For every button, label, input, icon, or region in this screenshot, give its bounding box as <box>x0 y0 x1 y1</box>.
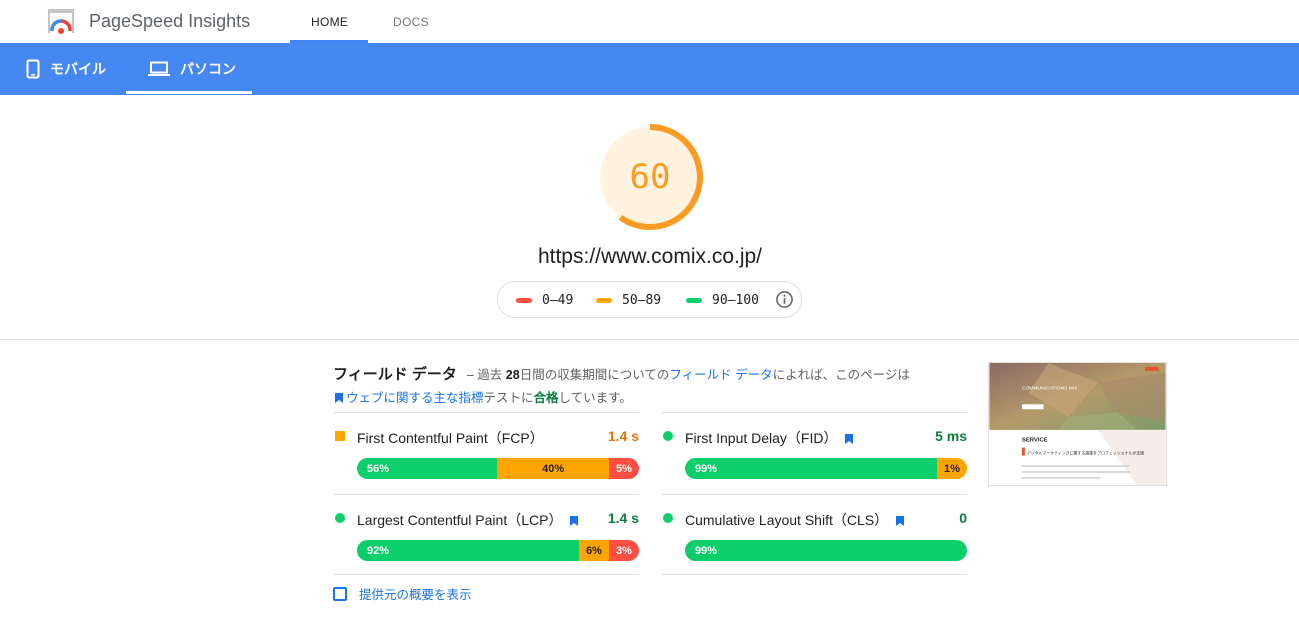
field-data-desc-5: しています。 <box>558 391 632 405</box>
metric-cls-value: 0 <box>959 510 967 526</box>
info-icon[interactable] <box>775 290 794 309</box>
show-origin-summary[interactable]: 提供元の概要を表示 <box>333 584 472 603</box>
legend-label-poor: 0–49 <box>542 293 574 308</box>
metric-fid-distribution: 99% 1% <box>685 458 967 479</box>
lcp-good-segment: 92% <box>357 540 579 561</box>
metric-separator <box>333 494 639 495</box>
field-data-desc-2: 日間の収集期間についての <box>519 368 670 382</box>
tab-home[interactable]: HOME <box>311 15 348 29</box>
metric-separator <box>661 412 967 413</box>
fid-ni-segment: 1% <box>937 458 967 479</box>
top-app-bar: PageSpeed Insights HOME DOCS <box>0 0 1299 43</box>
metric-cls-label-wrap: Cumulative Layout Shift（CLS） <box>685 510 907 530</box>
legend-swatch-average <box>596 298 612 303</box>
page-screenshot-thumbnail: COMMUNICATIONS MIX SERVICE デジタルマーケティングに関… <box>988 362 1167 486</box>
legend-item-poor: 0–49 <box>516 293 573 308</box>
metric-lcp-distribution: 92% 6% 3% <box>357 540 639 561</box>
lcp-poor-segment: 3% <box>609 540 639 561</box>
legend-swatch-poor <box>516 298 532 303</box>
cls-good-segment: 99% <box>685 540 967 561</box>
tab-desktop-label: パソコン <box>180 61 236 77</box>
lcp-ni-segment: 6% <box>579 540 609 561</box>
tab-docs[interactable]: DOCS <box>393 15 429 29</box>
metric-cls-distribution: 99% <box>685 540 967 561</box>
field-data-desc-1: – 過去 <box>466 368 503 382</box>
field-data-desc-4: テストに <box>483 391 534 405</box>
metric-separator <box>333 412 639 413</box>
tab-mobile-label: モバイル <box>50 61 106 77</box>
fid-good-segment: 99% <box>685 458 937 479</box>
field-data-days: 28 <box>505 368 520 382</box>
laptop-icon <box>148 61 170 76</box>
metric-cls-label: Cumulative Layout Shift（CLS） <box>685 512 889 528</box>
metric-fcp-label: First Contentful Paint（FCP） <box>357 430 544 446</box>
legend-item-average: 50–89 <box>596 293 661 308</box>
field-data-desc-3: によれば、このページは <box>772 368 910 382</box>
good-circle-icon <box>663 513 673 523</box>
field-data-title: フィールド データ <box>333 366 457 383</box>
core-web-vitals-link[interactable]: ウェブに関する主な指標 <box>346 391 484 405</box>
assessment-result: 合格 <box>533 391 559 405</box>
pagespeed-logo-icon[interactable] <box>48 9 74 35</box>
performance-score: 60 <box>629 157 671 197</box>
metric-lcp-value: 1.4 s <box>607 510 639 526</box>
origin-summary-checkbox[interactable] <box>333 586 347 601</box>
field-data-header: フィールド データ – 過去 28日間の収集期間についてのフィールド データによれ… <box>333 363 913 410</box>
metric-cls: Cumulative Layout Shift（CLS） 0 99% <box>661 494 967 575</box>
field-data-link[interactable]: フィールド データ <box>669 368 772 382</box>
tab-desktop[interactable]: パソコン <box>148 43 236 95</box>
device-tab-bar: モバイル パソコン <box>0 43 1299 95</box>
thumbnail-caption: デジタルマーケティングに関する施策をプロフェッショナルが支援 <box>1027 451 1144 456</box>
metric-fid: First Input Delay（FID） 5 ms 99% 1% <box>661 412 967 492</box>
bookmark-icon <box>845 434 854 444</box>
thumbnail-section: SERVICE <box>1022 438 1048 444</box>
metric-separator <box>661 574 967 575</box>
metric-lcp: Largest Contentful Paint（LCP） 1.4 s 92% … <box>333 494 639 575</box>
metric-fcp: First Contentful Paint（FCP） 1.4 s 56% 40… <box>333 412 639 492</box>
tab-desktop-indicator <box>126 91 252 94</box>
metric-lcp-label: Largest Contentful Paint（LCP） <box>357 512 563 528</box>
origin-summary-label: 提供元の概要を表示 <box>359 588 472 602</box>
bookmark-icon <box>570 516 579 526</box>
metric-fcp-value: 1.4 s <box>607 428 639 444</box>
legend-swatch-good <box>686 298 702 303</box>
fcp-good-segment: 56% <box>357 458 498 479</box>
bookmark-icon <box>896 516 905 526</box>
fcp-ni-segment: 40% <box>497 458 609 479</box>
analyzed-url: https://www.comix.co.jp/ <box>537 245 763 268</box>
metric-separator <box>333 574 639 575</box>
fcp-poor-segment: 5% <box>609 458 639 479</box>
bookmark-icon <box>335 393 343 403</box>
metric-lcp-label-wrap: Largest Contentful Paint（LCP） <box>357 510 581 530</box>
thumbnail-heading: COMMUNICATIONS MIX <box>1022 386 1078 392</box>
legend-label-good: 90–100 <box>712 293 759 308</box>
smartphone-icon <box>26 59 40 79</box>
score-legend: 0–49 50–89 90–100 <box>497 281 802 318</box>
metric-fcp-distribution: 56% 40% 5% <box>357 458 639 479</box>
legend-label-average: 50–89 <box>622 293 662 308</box>
metric-separator <box>661 494 967 495</box>
metric-fid-value: 5 ms <box>935 428 967 444</box>
good-circle-icon <box>663 431 673 441</box>
metric-fid-label-wrap: First Input Delay（FID） <box>685 428 856 448</box>
average-square-icon <box>335 431 345 441</box>
section-divider <box>0 339 1299 340</box>
app-title[interactable]: PageSpeed Insights <box>89 11 250 32</box>
good-circle-icon <box>335 513 345 523</box>
legend-item-good: 90–100 <box>686 293 759 308</box>
tab-mobile[interactable]: モバイル <box>26 43 106 95</box>
metric-fid-label: First Input Delay（FID） <box>685 430 838 446</box>
